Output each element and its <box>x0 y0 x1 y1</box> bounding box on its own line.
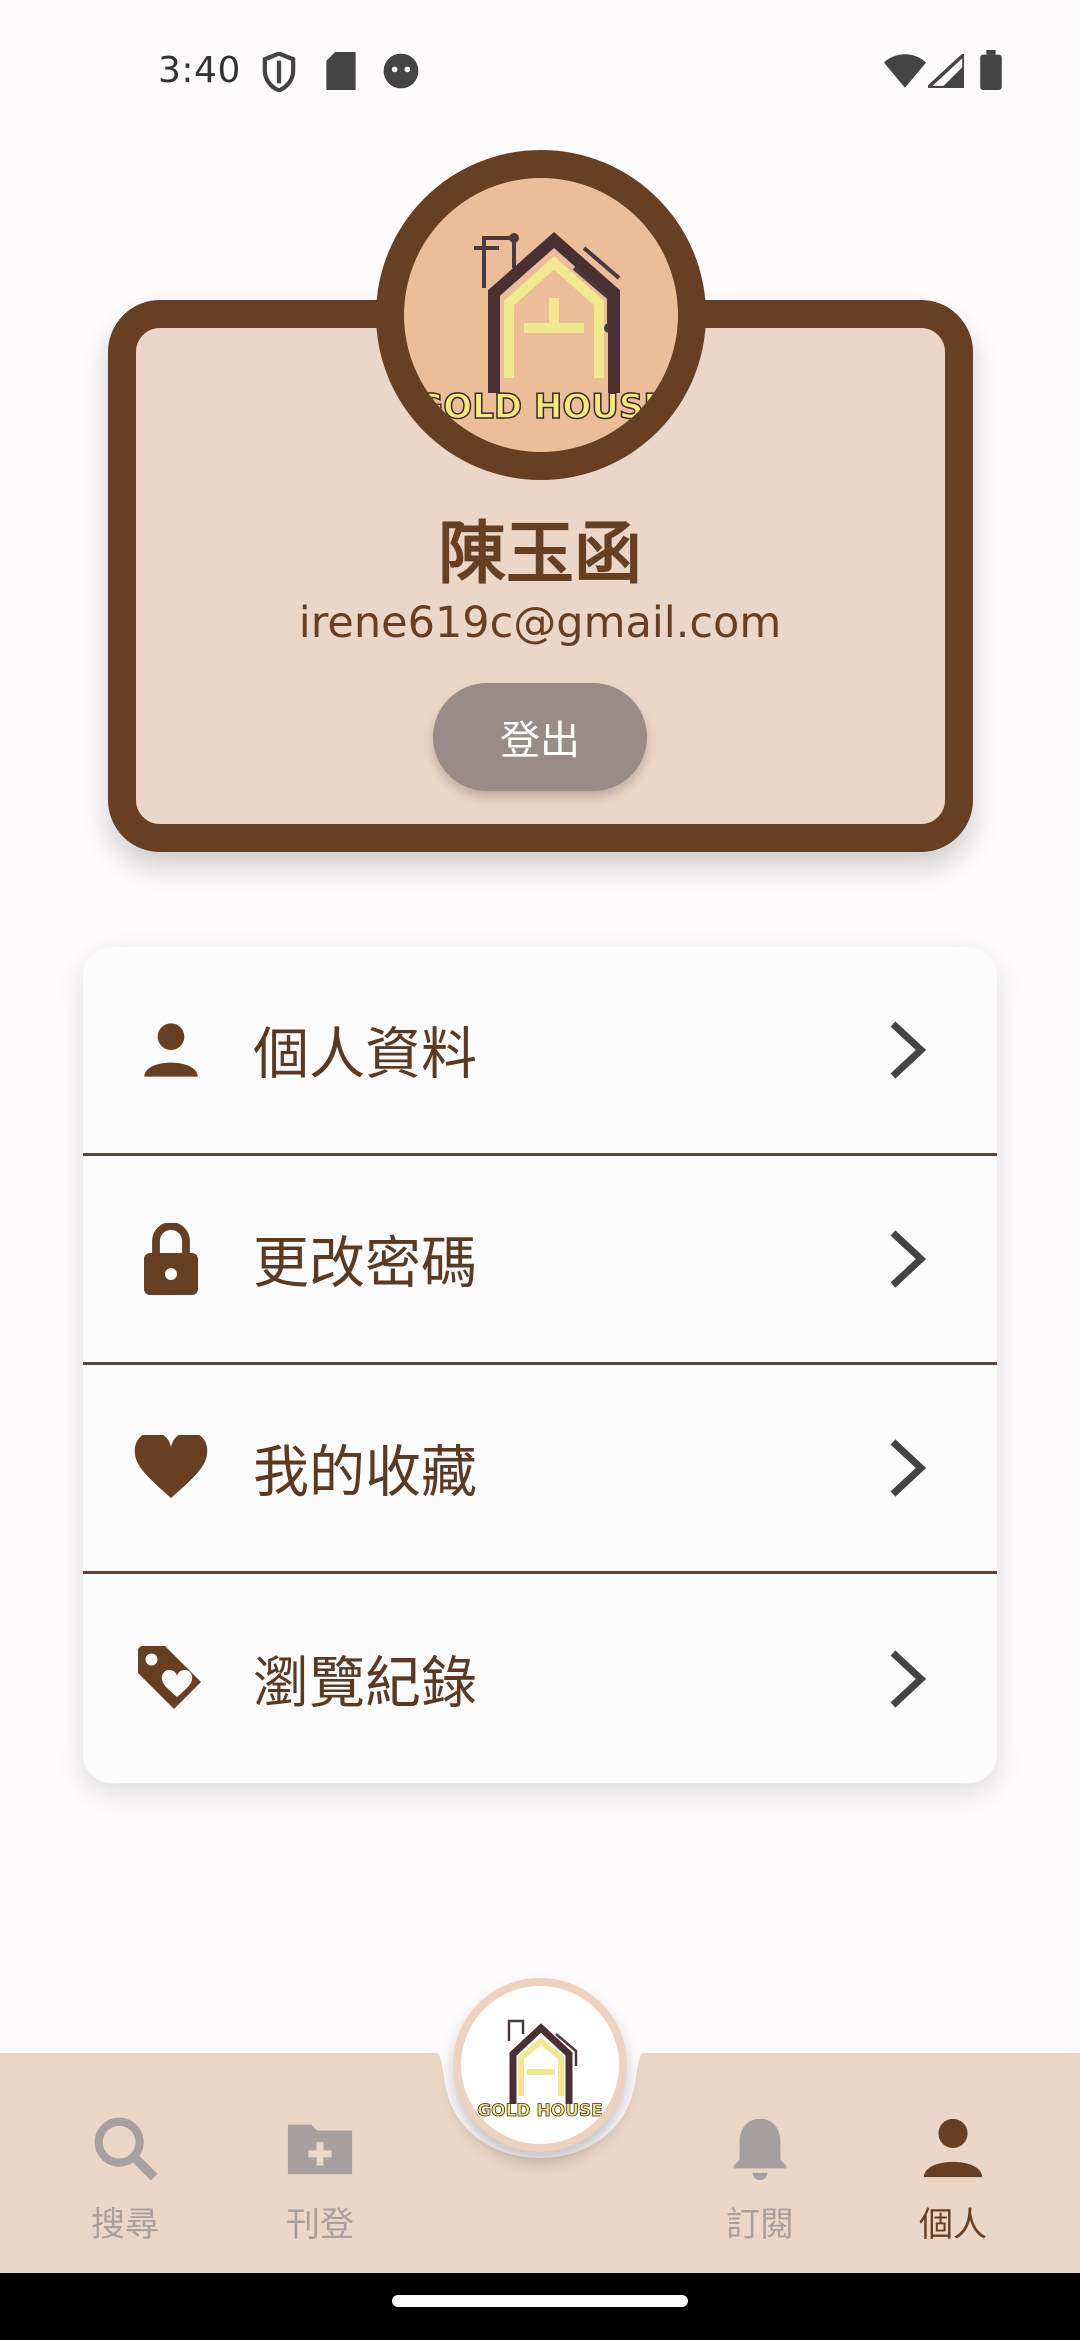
home-gesture-bar[interactable] <box>392 2295 688 2307</box>
avatar: GOLD HOUSE <box>376 150 706 480</box>
home-logo-button[interactable]: GOLD HOUSE <box>453 1978 627 2152</box>
person-icon <box>131 1010 211 1090</box>
menu-label: 更改密碼 <box>253 1231 477 1297</box>
nav-item-search[interactable]: 搜尋 <box>45 2113 205 2263</box>
battery-icon <box>980 50 1002 90</box>
svg-text:GOLD HOUSE: GOLD HOUSE <box>415 387 666 427</box>
shield-icon <box>262 52 296 92</box>
lock-icon <box>131 1219 211 1299</box>
nav-item-subscribe[interactable]: 訂閱 <box>680 2113 840 2263</box>
nav-label: 刊登 <box>286 2205 354 2245</box>
nav-label: 訂閱 <box>726 2205 794 2245</box>
menu-label: 我的收藏 <box>253 1440 477 1506</box>
nav-item-post[interactable]: 刊登 <box>240 2113 400 2263</box>
gold-house-logo: GOLD HOUSE <box>404 178 678 452</box>
logout-button[interactable]: 登出 <box>433 683 647 791</box>
chevron-right-icon <box>890 1649 927 1708</box>
nav-label: 個人 <box>919 2205 987 2245</box>
heart-icon <box>131 1428 211 1508</box>
bell-icon <box>733 2118 787 2181</box>
signal-icon <box>928 54 964 88</box>
status-time: 3:40 <box>158 50 241 91</box>
wifi-icon <box>884 54 926 88</box>
user-email: irene619c@gmail.com <box>298 598 782 648</box>
menu-item-favorites[interactable]: 我的收藏 <box>83 1365 997 1574</box>
menu-item-profile[interactable]: 個人資料 <box>83 947 997 1156</box>
search-icon <box>94 2117 158 2181</box>
chevron-right-icon <box>890 1230 927 1288</box>
person-icon <box>923 2118 983 2178</box>
svg-text:GOLD HOUSE: GOLD HOUSE <box>477 2101 603 2121</box>
nav-label: 搜尋 <box>91 2205 159 2245</box>
nav-item-profile[interactable]: 個人 <box>873 2113 1033 2263</box>
menu-card: 個人資料 更改密碼 我的收藏 瀏覽紀錄 <box>83 947 997 1783</box>
menu-label: 個人資料 <box>253 1022 477 1088</box>
house-logo-icon: GOLD HOUSE <box>477 2019 603 2121</box>
menu-label: 瀏覽紀錄 <box>253 1651 477 1716</box>
sd-card-icon <box>326 52 356 90</box>
chevron-right-icon <box>890 1439 927 1497</box>
menu-item-change-password[interactable]: 更改密碼 <box>83 1156 997 1365</box>
house-logo-icon: GOLD HOUSE <box>415 231 667 428</box>
folder-add-icon <box>287 2124 353 2175</box>
chevron-right-icon <box>890 1021 927 1079</box>
face-icon <box>383 53 419 89</box>
status-bar: 3:40 <box>0 0 1080 140</box>
user-name: 陳玉函 <box>437 515 642 594</box>
tag-heart-icon <box>131 1639 211 1719</box>
system-nav-bar <box>0 2273 1080 2340</box>
menu-item-history[interactable]: 瀏覽紀錄 <box>83 1574 997 1783</box>
